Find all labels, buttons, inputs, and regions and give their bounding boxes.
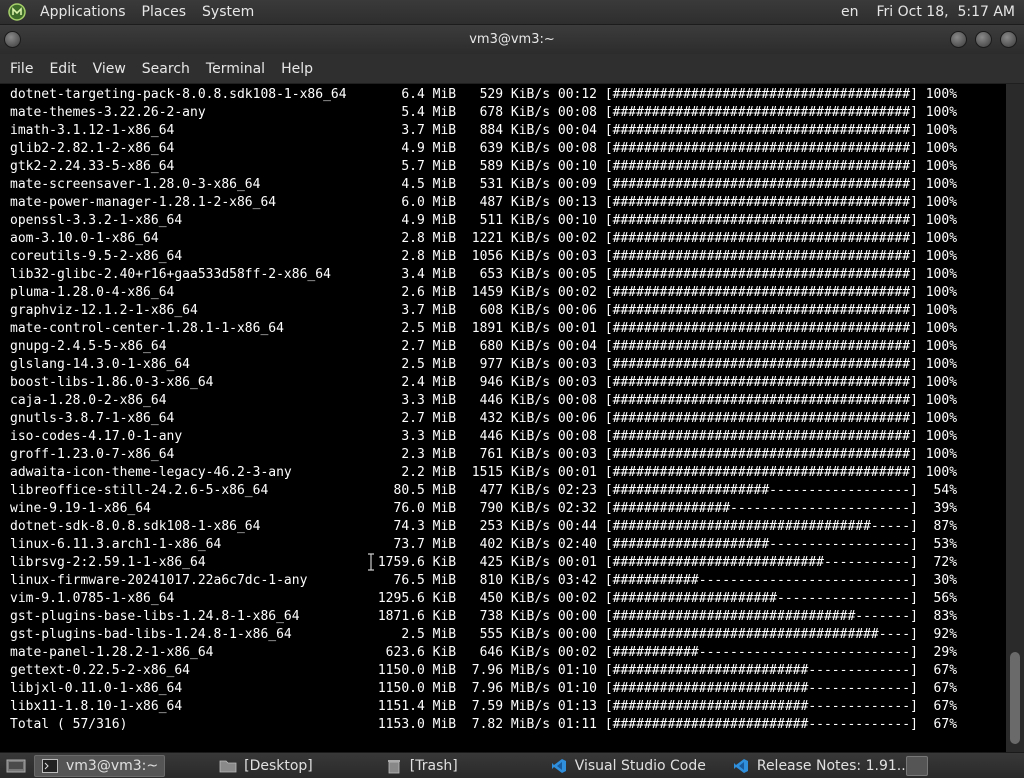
clock[interactable]: Fri Oct 18, 5:17 AM [868,4,1024,20]
terminal-line: gettext-0.22.5-2-x86_64 1150.0 MiB 7.96 … [10,663,958,678]
terminal-line: graphviz-12.1.2-1-x86_64 3.7 MiB 608 KiB… [10,303,958,318]
terminal-line: librsvg-2:2.59.1-1-x86_64 1759.6 KiB 425… [10,555,958,570]
system-menu[interactable]: System [194,0,262,25]
terminal-icon [41,758,59,774]
menu-view[interactable]: View [85,54,134,84]
window-title: vm3@vm3:~ [469,32,555,47]
terminal-line: libx11-1.8.10-1-x86_64 1151.4 MiB 7.59 M… [10,699,958,714]
terminal-line: iso-codes-4.17.0-1-any 3.3 MiB 446 KiB/s… [10,429,958,444]
terminal-line: dotnet-targeting-pack-8.0.8.sdk108-1-x86… [10,87,958,102]
terminal-line: glslang-14.3.0-1-x86_64 2.5 MiB 977 KiB/… [10,357,958,372]
minimize-button[interactable] [950,31,967,48]
task-label: [Desktop] [244,757,313,774]
window-titlebar[interactable]: vm3@vm3:~ [0,25,1024,54]
terminal-scrollbar[interactable] [1006,84,1024,752]
scrollbar-thumb[interactable] [1010,652,1020,744]
terminal-line: gst-plugins-bad-libs-1.24.8-1-x86_64 2.5… [10,627,958,642]
mate-logo-icon[interactable] [6,1,28,23]
terminal-line: mate-screensaver-1.28.0-3-x86_64 4.5 MiB… [10,177,958,192]
terminal-line: gst-plugins-base-libs-1.24.8-1-x86_64 18… [10,609,958,624]
terminal-line: wine-9.19-1-x86_64 76.0 MiB 790 KiB/s 02… [10,501,958,516]
window-menu-button[interactable] [4,31,21,48]
task-release-notes[interactable]: Release Notes: 1.91.... [726,755,921,777]
menu-edit[interactable]: Edit [41,54,84,84]
text-cursor-icon [368,553,374,571]
terminal-line: linux-firmware-20241017.22a6c7dc-1-any 7… [10,573,958,588]
task-terminal[interactable]: vm3@vm3:~ [34,754,166,777]
task-desktop[interactable]: [Desktop] [213,755,319,777]
terminal-line: pluma-1.28.0-4-x86_64 2.6 MiB 1459 KiB/s… [10,285,958,300]
menu-file[interactable]: File [2,54,41,84]
terminal-line: dotnet-sdk-8.0.8.sdk108-1-x86_64 74.3 Mi… [10,519,958,534]
terminal-menubar: File Edit View Search Terminal Help [0,54,1024,84]
terminal-line: openssl-3.3.2-1-x86_64 4.9 MiB 511 KiB/s… [10,213,958,228]
terminal-line: aom-3.10.0-1-x86_64 2.8 MiB 1221 KiB/s 0… [10,231,958,246]
terminal-line: mate-control-center-1.28.1-1-x86_64 2.5 … [10,321,958,336]
workspace-switcher[interactable] [906,756,928,776]
terminal-line: libjxl-0.11.0-1-x86_64 1150.0 MiB 7.96 M… [10,681,958,696]
task-label: Release Notes: 1.91.... [756,757,915,774]
folder-icon [219,758,237,774]
terminal-line: mate-panel-1.28.2-1-x86_64 623.6 KiB 646… [10,645,958,660]
trash-icon [385,758,403,774]
terminal-line: coreutils-9.5-2-x86_64 2.8 MiB 1056 KiB/… [10,249,958,264]
applications-menu[interactable]: Applications [32,0,134,25]
menu-search[interactable]: Search [134,54,198,84]
terminal-line: vim-9.1.0785-1-x86_64 1295.6 KiB 450 KiB… [10,591,958,606]
terminal-line: gnupg-2.4.5-5-x86_64 2.7 MiB 680 KiB/s 0… [10,339,958,354]
task-label: Visual Studio Code [574,757,706,774]
keyboard-layout-indicator[interactable]: en [832,4,868,20]
menu-help[interactable]: Help [273,54,321,84]
vscode-icon [550,758,568,774]
task-label: [Trash] [409,757,458,774]
terminal-line: glib2-2.82.1-2-x86_64 4.9 MiB 639 KiB/s … [10,141,958,156]
task-label: vm3@vm3:~ [66,757,159,774]
terminal-line: libreoffice-still-24.2.6-5-x86_64 80.5 M… [10,483,958,498]
terminal-line: gtk2-2.24.33-5-x86_64 5.7 MiB 589 KiB/s … [10,159,958,174]
show-desktop-icon[interactable] [4,756,28,776]
terminal-line: imath-3.1.12-1-x86_64 3.7 MiB 884 KiB/s … [10,123,958,138]
terminal-line: mate-power-manager-1.28.1-2-x86_64 6.0 M… [10,195,958,210]
bottom-panel: vm3@vm3:~ [Desktop] [Trash] Visual Studi… [0,752,1024,778]
vscode-icon [732,758,750,774]
task-vscode[interactable]: Visual Studio Code [544,755,712,777]
maximize-button[interactable] [975,31,992,48]
terminal-line: lib32-glibc-2.40+r16+gaa533d58ff-2-x86_6… [10,267,958,282]
terminal-line: linux-6.11.3.arch1-1-x86_64 73.7 MiB 402… [10,537,958,552]
terminal-line: adwaita-icon-theme-legacy-46.2-3-any 2.2… [10,465,958,480]
terminal-line: mate-themes-3.22.26-2-any 5.4 MiB 678 Ki… [10,105,958,120]
terminal-line: groff-1.23.0-7-x86_64 2.3 MiB 761 KiB/s … [10,447,958,462]
top-panel: Applications Places System en Fri Oct 18… [0,0,1024,25]
places-menu[interactable]: Places [134,0,195,25]
terminal-line: Total ( 57/316) 1153.0 MiB 7.82 MiB/s 01… [10,717,958,732]
terminal-line: caja-1.28.0-2-x86_64 3.3 MiB 446 KiB/s 0… [10,393,958,408]
menu-terminal[interactable]: Terminal [198,54,273,84]
terminal-line: gnutls-3.8.7-1-x86_64 2.7 MiB 432 KiB/s … [10,411,958,426]
terminal-output[interactable]: dotnet-targeting-pack-8.0.8.sdk108-1-x86… [0,84,1006,752]
task-trash[interactable]: [Trash] [379,755,464,777]
close-button[interactable] [1000,31,1017,48]
terminal-line: boost-libs-1.86.0-3-x86_64 2.4 MiB 946 K… [10,375,958,390]
